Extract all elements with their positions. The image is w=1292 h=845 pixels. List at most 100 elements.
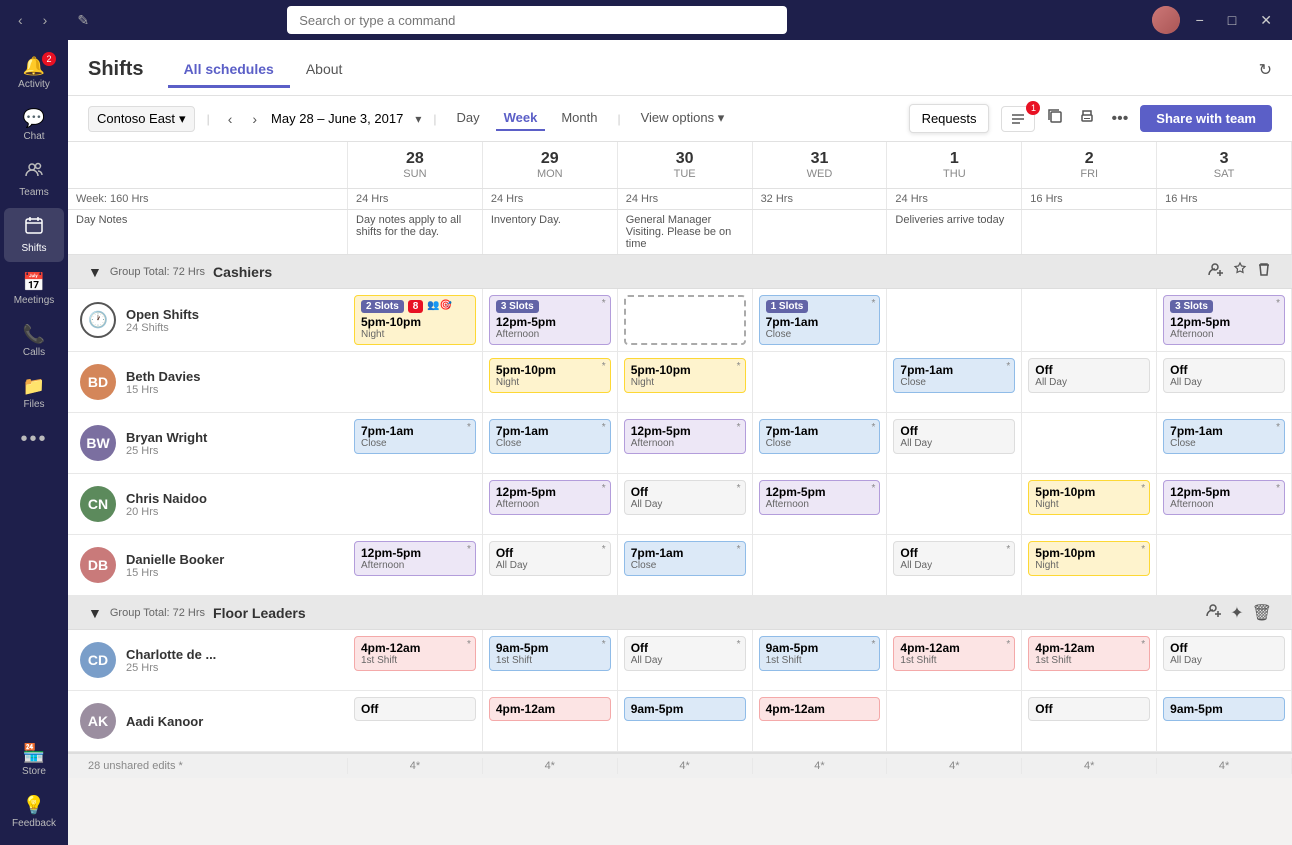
shift-block[interactable]: Off All Day * — [489, 541, 611, 576]
shift-block[interactable]: 12pm-5pm Afternoon * — [489, 480, 611, 515]
bryan-sat[interactable]: 7pm-1am Close * — [1157, 413, 1292, 473]
tab-about[interactable]: About — [290, 53, 359, 88]
chris-mon[interactable]: 12pm-5pm Afternoon * — [483, 474, 618, 534]
shift-block[interactable]: 12pm-5pm Afternoon * — [1163, 480, 1285, 515]
requests-button[interactable]: 1 — [1001, 106, 1035, 132]
shift-block[interactable]: 9am-5pm 1st Shift * — [489, 636, 611, 671]
shift-block[interactable]: Off All Day * — [893, 541, 1015, 576]
auto-schedule-button[interactable] — [1232, 261, 1248, 282]
charlotte-sat[interactable]: Off All Day — [1157, 630, 1292, 690]
aadi-wed[interactable]: 4pm-12am — [753, 691, 888, 751]
sidebar-item-store[interactable]: 🏪 Store — [4, 735, 64, 785]
shift-block[interactable]: 12pm-5pm Afternoon * — [354, 541, 476, 576]
chris-sun[interactable] — [348, 474, 483, 534]
beth-sun[interactable] — [348, 352, 483, 412]
delete-group-button[interactable]: 🗑 — [1252, 602, 1272, 623]
charlotte-sun[interactable]: 4pm-12am 1st Shift * — [348, 630, 483, 690]
view-day-button[interactable]: Day — [448, 106, 487, 131]
shift-block[interactable]: 4pm-12am 1st Shift * — [1028, 636, 1150, 671]
bryan-thu[interactable]: Off All Day — [887, 413, 1022, 473]
tab-all-schedules[interactable]: All schedules — [168, 53, 290, 88]
open-shift-wed[interactable]: 1 Slots 7pm-1am Close * — [753, 289, 888, 351]
chris-fri[interactable]: 5pm-10pm Night * — [1022, 474, 1157, 534]
charlotte-mon[interactable]: 9am-5pm 1st Shift * — [483, 630, 618, 690]
add-employee-button[interactable] — [1208, 261, 1224, 282]
view-week-button[interactable]: Week — [496, 106, 546, 131]
shift-block[interactable]: 5pm-10pm Night * — [1028, 541, 1150, 576]
open-shift-mon[interactable]: 3 Slots 12pm-5pm Afternoon * — [483, 289, 618, 351]
open-shift-sun[interactable]: 2 Slots 8 👥🎯 5pm-10pm Night — [348, 289, 483, 351]
nav-forward-button[interactable]: › — [37, 8, 54, 32]
shift-block[interactable]: 5pm-10pm Night * — [1028, 480, 1150, 515]
aadi-sun[interactable]: Off — [348, 691, 483, 751]
beth-tue[interactable]: 5pm-10pm Night * — [618, 352, 753, 412]
open-shift-tue[interactable] — [618, 289, 753, 351]
shift-block[interactable]: Off All Day — [1163, 636, 1285, 671]
user-avatar[interactable] — [1152, 6, 1180, 34]
location-selector[interactable]: Contoso East ▾ — [88, 106, 195, 132]
aadi-sat[interactable]: 9am-5pm — [1157, 691, 1292, 751]
shift-block[interactable]: Off All Day — [893, 419, 1015, 454]
shift-block[interactable]: Off — [354, 697, 476, 721]
view-options-button[interactable]: View options ▾ — [633, 106, 733, 132]
collapse-icon[interactable]: ▼ — [88, 605, 102, 621]
collapse-icon[interactable]: ▼ — [88, 264, 102, 280]
danielle-mon[interactable]: Off All Day * — [483, 535, 618, 595]
share-button[interactable]: Share with team — [1140, 105, 1272, 132]
open-shift-sat[interactable]: 3 Slots 12pm-5pm Afternoon * — [1157, 289, 1292, 351]
beth-thu[interactable]: 7pm-1am Close * — [887, 352, 1022, 412]
beth-fri[interactable]: Off All Day — [1022, 352, 1157, 412]
sidebar-item-calls[interactable]: 📞 Calls — [4, 316, 64, 366]
shift-block[interactable]: 7pm-1am Close * — [1163, 419, 1285, 454]
open-shift-fri[interactable] — [1022, 289, 1157, 351]
shift-block[interactable]: 4pm-12am 1st Shift * — [354, 636, 476, 671]
bryan-sun[interactable]: 7pm-1am Close * — [348, 413, 483, 473]
sidebar-item-chat[interactable]: 💬 Chat — [4, 100, 64, 150]
bryan-wed[interactable]: 7pm-1am Close * — [753, 413, 888, 473]
shift-block[interactable]: 9am-5pm 1st Shift * — [759, 636, 881, 671]
shift-block[interactable]: 5pm-10pm Night * — [624, 358, 746, 393]
next-week-button[interactable]: › — [246, 107, 263, 131]
shift-block[interactable]: Off All Day * — [624, 636, 746, 671]
refresh-button[interactable]: ↻ — [1259, 60, 1272, 80]
view-month-button[interactable]: Month — [553, 106, 605, 131]
sidebar-item-meetings[interactable]: 📅 Meetings — [4, 264, 64, 314]
bryan-tue[interactable]: 12pm-5pm Afternoon * — [618, 413, 753, 473]
shift-block[interactable]: 4pm-12am 1st Shift * — [893, 636, 1015, 671]
print-button[interactable] — [1075, 104, 1099, 133]
shift-block[interactable]: 3 Slots 12pm-5pm Afternoon * — [489, 295, 611, 345]
aadi-mon[interactable]: 4pm-12am — [483, 691, 618, 751]
danielle-wed[interactable] — [753, 535, 888, 595]
shift-block[interactable]: Off All Day — [1163, 358, 1285, 393]
danielle-sun[interactable]: 12pm-5pm Afternoon * — [348, 535, 483, 595]
open-shift-thu[interactable] — [887, 289, 1022, 351]
chris-thu[interactable] — [887, 474, 1022, 534]
danielle-tue[interactable]: 7pm-1am Close * — [618, 535, 753, 595]
shift-block[interactable]: 9am-5pm — [624, 697, 746, 721]
chris-tue[interactable]: Off All Day * — [618, 474, 753, 534]
charlotte-thu[interactable]: 4pm-12am 1st Shift * — [887, 630, 1022, 690]
danielle-fri[interactable]: 5pm-10pm Night * — [1022, 535, 1157, 595]
shift-block[interactable]: 7pm-1am Close * — [893, 358, 1015, 393]
sidebar-item-teams[interactable]: Teams — [4, 152, 64, 206]
delete-group-button[interactable] — [1256, 261, 1272, 282]
search-input[interactable] — [287, 6, 787, 34]
shift-block[interactable]: 2 Slots 8 👥🎯 5pm-10pm Night — [354, 295, 476, 345]
shift-block[interactable]: 5pm-10pm Night * — [489, 358, 611, 393]
auto-schedule-button[interactable]: ✦ — [1230, 602, 1243, 623]
charlotte-wed[interactable]: 9am-5pm 1st Shift * — [753, 630, 888, 690]
beth-sat[interactable]: Off All Day — [1157, 352, 1292, 412]
sidebar-item-activity[interactable]: 🔔 Activity 2 — [4, 48, 64, 98]
more-options-button[interactable]: ••• — [1107, 106, 1132, 132]
shift-block[interactable]: 7pm-1am Close * — [759, 419, 881, 454]
edit-button[interactable]: ✎ — [69, 8, 97, 33]
copy-button[interactable] — [1043, 104, 1067, 133]
add-employee-button[interactable] — [1206, 602, 1222, 623]
shift-block[interactable]: 3 Slots 12pm-5pm Afternoon * — [1163, 295, 1285, 345]
shift-block[interactable]: 7pm-1am Close * — [354, 419, 476, 454]
shift-block[interactable]: Off All Day * — [624, 480, 746, 515]
danielle-sat[interactable] — [1157, 535, 1292, 595]
charlotte-tue[interactable]: Off All Day * — [618, 630, 753, 690]
maximize-button[interactable]: □ — [1220, 10, 1244, 30]
sidebar-item-feedback[interactable]: 💡 Feedback — [4, 787, 64, 837]
